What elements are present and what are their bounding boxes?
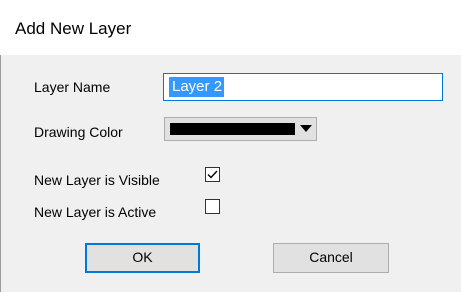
dialog-titlebar[interactable]: Add New Layer (0, 0, 461, 54)
ok-button[interactable]: OK (85, 243, 200, 273)
chevron-down-icon (299, 121, 313, 137)
active-label: New Layer is Active (34, 204, 157, 220)
layer-name-value: Layer 2 (169, 77, 225, 97)
active-checkbox[interactable] (205, 199, 220, 214)
drawing-color-label: Drawing Color (34, 124, 123, 140)
cancel-button[interactable]: Cancel (273, 243, 389, 273)
drawing-color-select[interactable] (164, 117, 317, 141)
color-swatch (170, 123, 295, 135)
dialog-title: Add New Layer (15, 19, 132, 38)
visible-checkbox[interactable] (205, 167, 220, 182)
add-layer-dialog: Add New Layer Layer Name Layer 2 Drawing… (0, 0, 461, 292)
layer-name-input[interactable]: Layer 2 (163, 73, 443, 101)
visible-label: New Layer is Visible (34, 172, 160, 188)
layer-name-label: Layer Name (34, 79, 111, 95)
